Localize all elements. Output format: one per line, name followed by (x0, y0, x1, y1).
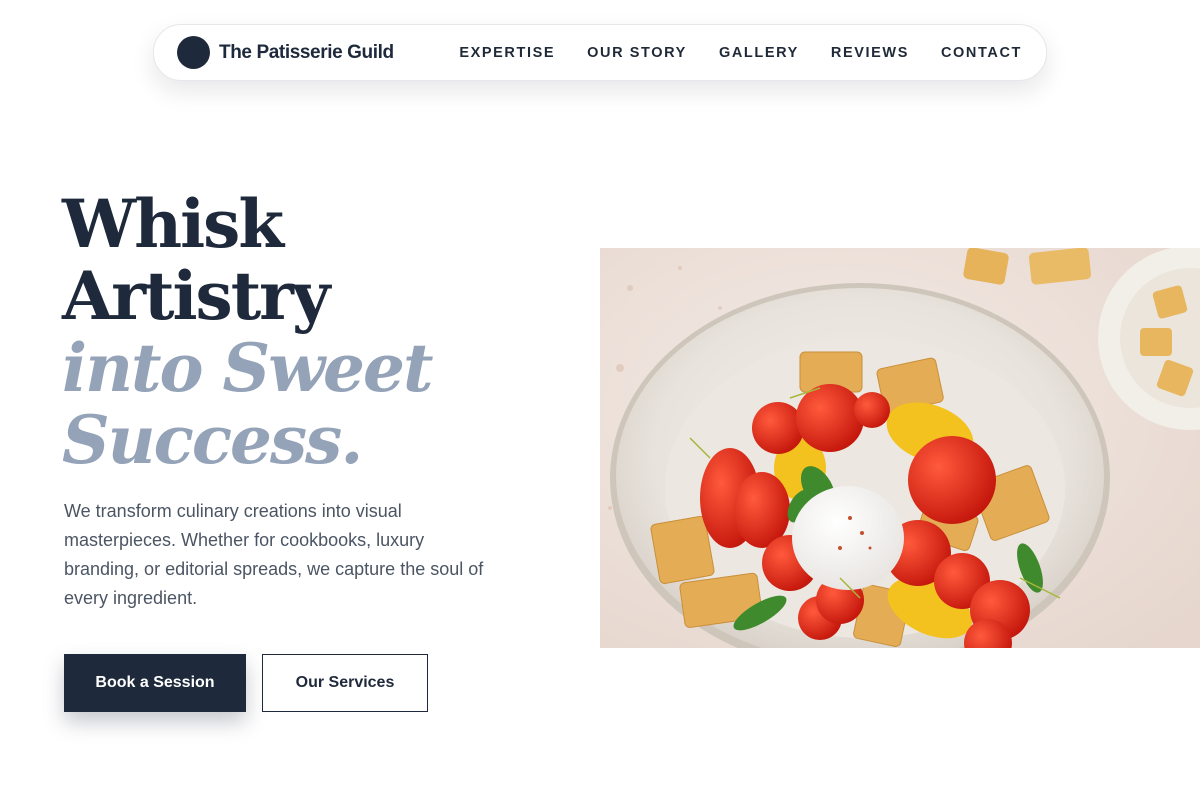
hero-image (600, 248, 1200, 648)
nav-link-reviews[interactable]: REVIEWS (831, 45, 909, 61)
nav-link-our-story[interactable]: OUR STORY (587, 45, 687, 61)
brand-logo-link[interactable]: The Patisserie Guild (177, 36, 394, 69)
brand-name: The Patisserie Guild (219, 41, 394, 63)
hero-headline: Whisk Artistry into Sweet Success. (62, 188, 562, 476)
nav-item-gallery: GALLERY (719, 44, 799, 62)
top-nav: The Patisserie Guild EXPERTISE OUR STORY… (153, 24, 1047, 81)
headline-line-1: Whisk (62, 185, 284, 263)
salad-photo (600, 248, 1200, 648)
hero-description: We transform culinary creations into vis… (64, 501, 484, 608)
nav-item-expertise: EXPERTISE (459, 44, 555, 62)
our-services-button[interactable]: Our Services (262, 654, 428, 712)
nav-item-our-story: OUR STORY (587, 44, 687, 62)
nav-link-expertise[interactable]: EXPERTISE (459, 45, 555, 61)
headline-line-4: Success. (62, 401, 363, 479)
headline-line-2: Artistry (62, 257, 330, 335)
nav-link-gallery[interactable]: GALLERY (719, 45, 799, 61)
brand-logo-icon (177, 36, 210, 69)
nav-item-contact: CONTACT (941, 44, 1022, 62)
nav-menu: EXPERTISE OUR STORY GALLERY REVIEWS CONT… (459, 44, 1022, 62)
nav-item-reviews: REVIEWS (831, 44, 909, 62)
book-session-button[interactable]: Book a Session (64, 654, 246, 712)
nav-link-contact[interactable]: CONTACT (941, 45, 1022, 61)
headline-line-3: into Sweet (62, 329, 434, 407)
